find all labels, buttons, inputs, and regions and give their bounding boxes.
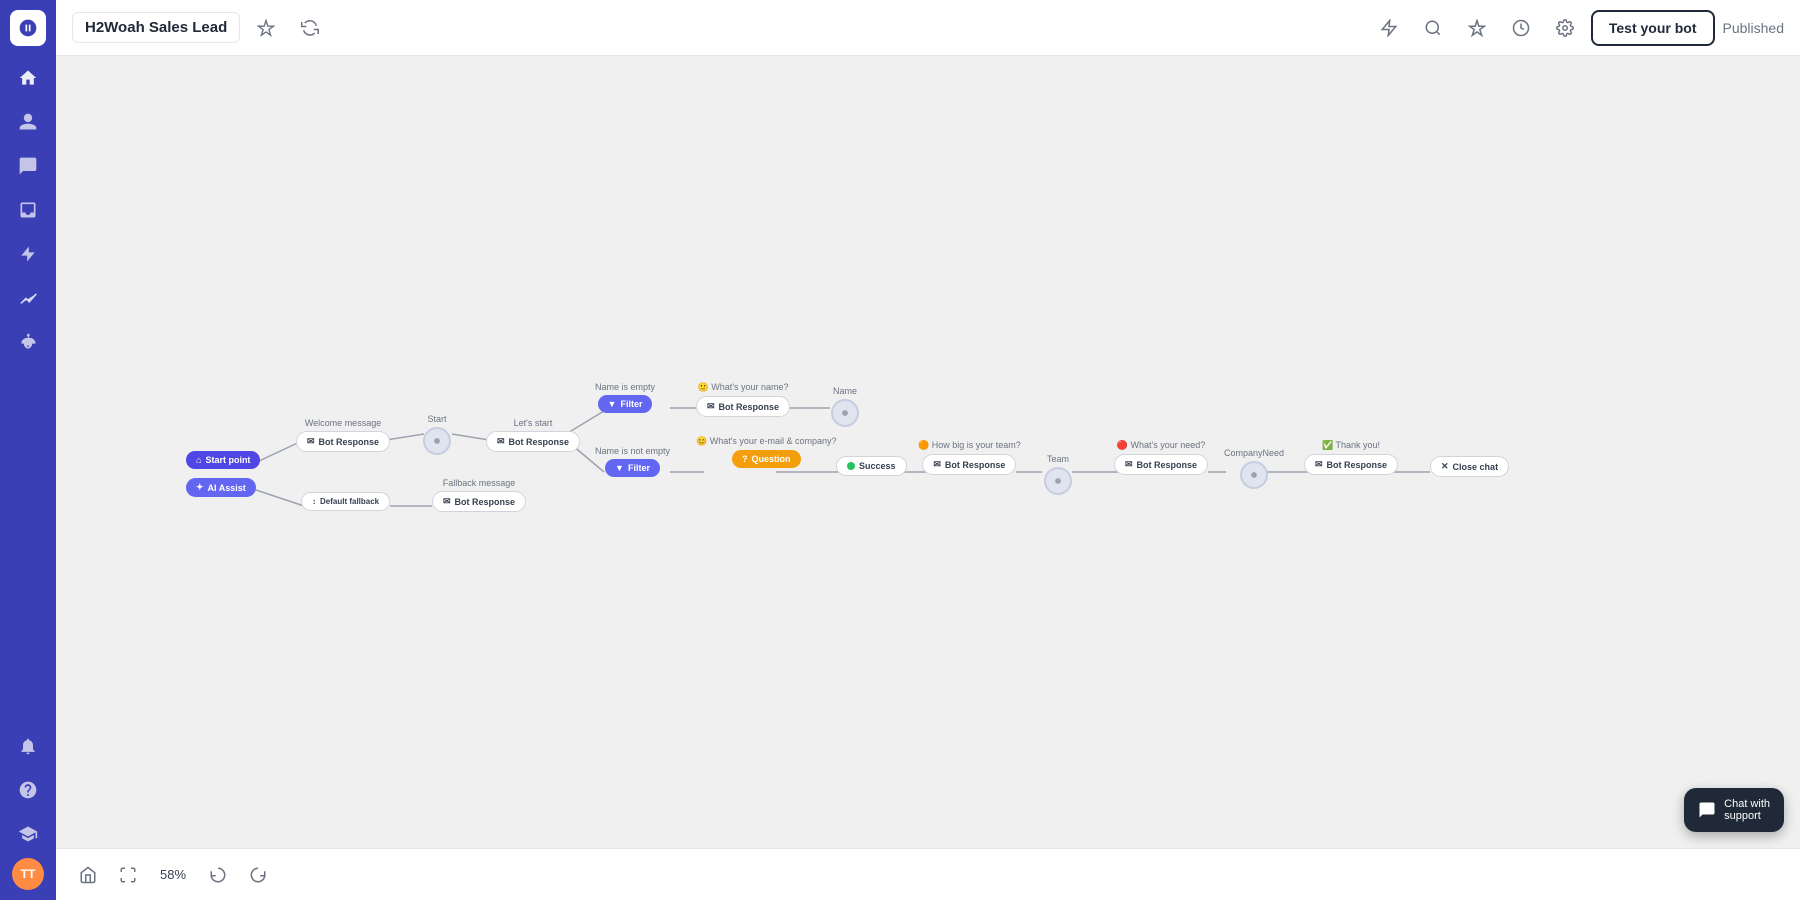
how-big-bot-response[interactable]: ✉ Bot Response [922, 454, 1016, 475]
default-fallback-node: ↕ Default fallback [301, 492, 390, 511]
name-connector[interactable] [831, 399, 859, 427]
email-question-node: 😊 What's your e-mail & company? ? Questi… [696, 436, 836, 468]
sidebar-item-home[interactable] [8, 58, 48, 98]
sidebar-item-conversations[interactable] [8, 146, 48, 186]
sparkle-button[interactable] [248, 10, 284, 46]
whats-need-bot-response[interactable]: ✉ Bot Response [1114, 454, 1208, 475]
whats-name-bot-response[interactable]: ✉ Bot Response [696, 396, 790, 417]
fallback-message-label: Fallback message [443, 478, 516, 488]
zoom-level: 58% [152, 867, 194, 882]
thank-you-node: ✅ Thank you! ✉ Bot Response [1304, 440, 1398, 475]
thank-you-bot-response[interactable]: ✉ Bot Response [1304, 454, 1398, 475]
lightning-button[interactable] [1371, 10, 1407, 46]
refresh-button[interactable] [292, 10, 328, 46]
redo-button[interactable] [242, 859, 274, 891]
whats-name-label: 🙂 What's your name? [698, 382, 789, 393]
success-node: Success [836, 456, 907, 476]
start-circle-node: Start [423, 414, 451, 455]
start-label: Start [427, 414, 446, 424]
settings-button[interactable] [1547, 10, 1583, 46]
topbar-right: Test your bot Published [1371, 10, 1784, 46]
whats-name-node: 🙂 What's your name? ✉ Bot Response [696, 382, 790, 417]
team-circle-node: Team [1044, 454, 1072, 495]
welcome-message-label: Welcome message [305, 418, 381, 428]
ai-assist-pill[interactable]: ✦ AI Assist [186, 478, 256, 497]
ai-assist-label: AI Assist [208, 483, 246, 493]
topbar: H2Woah Sales Lead Test your bot [56, 0, 1800, 56]
sidebar-item-notifications[interactable] [8, 726, 48, 766]
app-logo[interactable] [10, 10, 46, 46]
lets-start-label: Let's start [514, 418, 553, 428]
team-connector[interactable] [1044, 467, 1072, 495]
sidebar-item-inbox[interactable] [8, 190, 48, 230]
fallback-bot-response[interactable]: ✉ Bot Response [432, 491, 526, 512]
name-not-empty-filter-node: Name is not empty ▼ Filter [595, 446, 670, 477]
success-pill[interactable]: Success [836, 456, 907, 476]
undo-button[interactable] [202, 859, 234, 891]
sidebar-item-help[interactable] [8, 770, 48, 810]
start-point-pill[interactable]: ⌂ Start point [186, 451, 260, 469]
default-fallback-pill[interactable]: ↕ Default fallback [301, 492, 390, 511]
fit-view-button[interactable] [112, 859, 144, 891]
chat-support-widget[interactable]: Chat withsupport [1684, 788, 1784, 832]
flow-canvas[interactable]: ⌂ Start point ✦ AI Assist Welcome messag… [56, 56, 1800, 848]
close-chat-node: ✕ Close chat [1430, 456, 1509, 477]
start-connector[interactable] [423, 427, 451, 455]
company-need-connector[interactable] [1240, 461, 1268, 489]
whats-need-label: 🔴 What's your need? [1117, 440, 1205, 451]
team-label: Team [1047, 454, 1069, 464]
filter2-pill[interactable]: ▼ Filter [605, 459, 660, 477]
whats-need-node: 🔴 What's your need? ✉ Bot Response [1114, 440, 1208, 475]
email-label: 😊 What's your e-mail & company? [696, 436, 836, 447]
how-big-label: 🟠 How big is your team? [918, 440, 1021, 451]
welcome-bot-response[interactable]: ✉ Bot Response [296, 431, 390, 452]
sidebar-item-reports[interactable] [8, 234, 48, 274]
flow-title: H2Woah Sales Lead [72, 12, 240, 43]
thank-you-label: ✅ Thank you! [1322, 440, 1380, 451]
sidebar-item-learn[interactable] [8, 814, 48, 854]
bottombar: 58% [56, 848, 1800, 900]
how-big-node: 🟠 How big is your team? ✉ Bot Response [918, 440, 1021, 475]
name-circle-node: Name [831, 386, 859, 427]
name-not-empty-label: Name is not empty [595, 446, 670, 456]
start-point-label: Start point [205, 455, 250, 465]
name-empty-filter-node: Name is empty ▼ Filter [595, 382, 655, 413]
home-view-button[interactable] [72, 859, 104, 891]
history-button[interactable] [1503, 10, 1539, 46]
sidebar-item-analytics[interactable] [8, 278, 48, 318]
lets-start-bot-response[interactable]: ✉ Bot Response [486, 431, 580, 452]
close-chat-pill[interactable]: ✕ Close chat [1430, 456, 1509, 477]
start-point-node: ⌂ Start point [186, 451, 260, 469]
sidebar: TT [0, 0, 56, 900]
lets-start-node: Let's start ✉ Bot Response [486, 418, 580, 452]
ai-assist-node: ✦ AI Assist [186, 478, 256, 497]
filter1-pill[interactable]: ▼ Filter [598, 395, 653, 413]
main-content: H2Woah Sales Lead Test your bot [56, 0, 1800, 900]
chat-support-label: Chat withsupport [1724, 798, 1770, 822]
fallback-message-node: Fallback message ✉ Bot Response [432, 478, 526, 512]
company-need-label: CompanyNeed [1224, 448, 1284, 458]
name-label: Name [833, 386, 857, 396]
question-pill[interactable]: ? Question [732, 450, 801, 468]
welcome-message-node: Welcome message ✉ Bot Response [296, 418, 390, 452]
search-button[interactable] [1415, 10, 1451, 46]
company-need-circle-node: CompanyNeed [1224, 448, 1284, 489]
name-empty-label: Name is empty [595, 382, 655, 392]
test-bot-button[interactable]: Test your bot [1591, 10, 1715, 46]
star-button[interactable] [1459, 10, 1495, 46]
sidebar-item-bots[interactable] [8, 322, 48, 362]
user-avatar[interactable]: TT [12, 858, 44, 890]
sidebar-item-contacts[interactable] [8, 102, 48, 142]
publish-status: Published [1723, 20, 1785, 36]
